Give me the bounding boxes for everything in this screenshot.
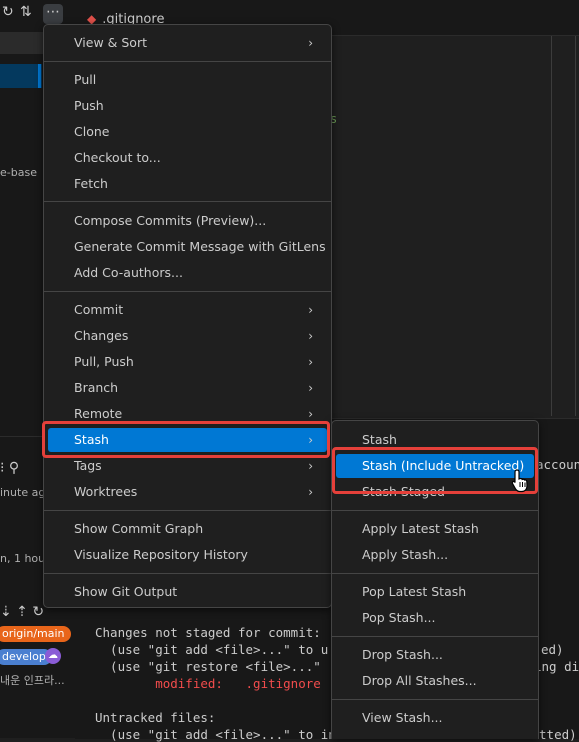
menu-item-pull[interactable]: Pull bbox=[48, 68, 327, 92]
menu-item-label: Changes bbox=[74, 328, 129, 343]
menu-separator bbox=[44, 201, 331, 202]
terminal-line: (use "git add <file>..." to u bbox=[95, 642, 329, 657]
menu-item-checkout-to[interactable]: Checkout to... bbox=[48, 146, 327, 170]
menu-item-pop-stash[interactable]: Pop Stash... bbox=[336, 606, 534, 630]
menu-separator bbox=[332, 636, 538, 637]
menu-item-label: Compose Commits (Preview)... bbox=[74, 213, 267, 228]
more-actions-button[interactable]: ⋯ bbox=[43, 4, 63, 24]
menu-item-pull-push[interactable]: Pull, Push › bbox=[48, 350, 327, 374]
selected-row[interactable] bbox=[0, 64, 42, 88]
menu-item-label: Show Commit Graph bbox=[74, 521, 204, 536]
terminal-line-modified: modified: .gitignore bbox=[95, 676, 321, 691]
menu-separator bbox=[44, 573, 331, 574]
menu-item-generate-commit-message-with-gitlens[interactable]: Generate Commit Message with GitLens bbox=[48, 235, 327, 259]
hand-cursor-icon bbox=[511, 469, 528, 493]
terminal-line: (use "git restore <file>..." bbox=[95, 659, 321, 674]
menu-item-label: Pop Latest Stash bbox=[362, 584, 467, 599]
terminal-fragment: ing di bbox=[534, 659, 579, 674]
menu-item-label: Fetch bbox=[74, 176, 108, 191]
menu-item-compose-commits-preview[interactable]: Compose Commits (Preview)... bbox=[48, 209, 327, 233]
menu-item-label: Commit bbox=[74, 302, 124, 317]
menu-item-drop-stash[interactable]: Drop Stash... bbox=[336, 643, 534, 667]
terminal-fragment: ed) bbox=[541, 642, 564, 657]
menu-separator bbox=[44, 291, 331, 292]
chevron-right-icon: › bbox=[308, 36, 313, 50]
branch-badge-origin-main: origin/main bbox=[0, 626, 71, 642]
menu-item-label: View & Sort bbox=[74, 35, 147, 50]
menu-item-push[interactable]: Push bbox=[48, 94, 327, 118]
minimap-divider bbox=[551, 36, 552, 416]
menu-item-show-git-output[interactable]: Show Git Output bbox=[48, 580, 327, 604]
chevron-right-icon: › bbox=[308, 381, 313, 395]
menu-item-label: Worktrees bbox=[74, 484, 138, 499]
highlight-stash-include-untracked bbox=[332, 447, 538, 494]
terminal-fragment: accoun bbox=[536, 457, 579, 472]
branch-sort-icon[interactable]: ⇅ bbox=[20, 4, 32, 20]
menu-item-worktrees[interactable]: Worktrees › bbox=[48, 480, 327, 504]
chevron-right-icon: › bbox=[308, 355, 313, 369]
chevron-right-icon: › bbox=[308, 485, 313, 499]
menu-item-branch[interactable]: Branch › bbox=[48, 376, 327, 400]
menu-item-label: Push bbox=[74, 98, 104, 113]
menu-item-visualize-repository-history[interactable]: Visualize Repository History bbox=[48, 543, 327, 567]
menu-item-label: Drop All Stashes... bbox=[362, 673, 477, 688]
menu-item-fetch[interactable]: Fetch bbox=[48, 172, 327, 196]
menu-separator bbox=[332, 510, 538, 511]
menu-item-label: Add Co-authors... bbox=[74, 265, 183, 280]
menu-item-label: Visualize Repository History bbox=[74, 547, 248, 562]
menu-item-show-commit-graph[interactable]: Show Commit Graph bbox=[48, 517, 327, 541]
menu-item-label: Pull, Push bbox=[74, 354, 134, 369]
terminal-line: Untracked files: bbox=[95, 710, 216, 725]
menu-separator bbox=[332, 573, 538, 574]
menu-item-label: Pull bbox=[74, 72, 97, 87]
menu-item-label: Checkout to... bbox=[74, 150, 161, 165]
menu-separator bbox=[332, 699, 538, 700]
chevron-right-icon: › bbox=[308, 329, 313, 343]
menu-item-label: Generate Commit Message with GitLens bbox=[74, 239, 326, 254]
graph-action-icons[interactable]: ⇣ ⇡ ↻ bbox=[0, 604, 44, 620]
menu-separator bbox=[44, 510, 331, 511]
commit-message-text: 내운 인프라... bbox=[0, 674, 65, 687]
menu-item-label: Branch bbox=[74, 380, 119, 395]
menu-item-changes[interactable]: Changes › bbox=[48, 324, 327, 348]
avatar-icon: ☁ bbox=[45, 648, 61, 664]
menu-item-label: Drop Stash... bbox=[362, 647, 443, 662]
menu-item-apply-latest-stash[interactable]: Apply Latest Stash bbox=[336, 517, 534, 541]
graph-toolbar-icons[interactable]: ⁝ ⚲ bbox=[0, 460, 19, 476]
menu-item-label: Tags bbox=[74, 458, 102, 473]
scrollbar-divider bbox=[575, 36, 576, 416]
menu-item-label: View Stash... bbox=[362, 710, 443, 725]
menu-item-clone[interactable]: Clone bbox=[48, 120, 327, 144]
truncated-text: e-base bbox=[0, 166, 37, 179]
menu-item-label: Pop Stash... bbox=[362, 610, 436, 625]
focus-indicator bbox=[38, 64, 41, 88]
more-actions-menu: View & Sort › Pull Push Clone Checkout to... F… bbox=[43, 24, 332, 608]
menu-item-add-co-authors[interactable]: Add Co-authors... bbox=[48, 261, 327, 285]
menu-item-label: Apply Latest Stash bbox=[362, 521, 479, 536]
menu-item-commit[interactable]: Commit › bbox=[48, 298, 327, 322]
menu-item-label: Clone bbox=[74, 124, 110, 139]
menu-item-view-sort[interactable]: View & Sort › bbox=[48, 31, 327, 55]
menu-item-label: Apply Stash... bbox=[362, 547, 449, 562]
menu-item-view-stash[interactable]: View Stash... bbox=[336, 706, 534, 730]
menu-item-drop-all-stashes[interactable]: Drop All Stashes... bbox=[336, 669, 534, 693]
menu-item-apply-stash[interactable]: Apply Stash... bbox=[336, 543, 534, 567]
menu-item-label: Show Git Output bbox=[74, 584, 178, 599]
highlight-stash-menu-item bbox=[42, 421, 330, 458]
menu-separator bbox=[44, 61, 331, 62]
sidebar-toolbar: ↻ ⇅ bbox=[0, 4, 75, 26]
branch-badge-develop: develop bbox=[0, 649, 52, 665]
terminal-line: Changes not staged for commit: bbox=[95, 625, 321, 640]
chevron-right-icon: › bbox=[308, 303, 313, 317]
menu-item-label: Remote bbox=[74, 406, 123, 421]
refresh-icon[interactable]: ↻ bbox=[2, 4, 14, 20]
menu-item-label: Stash bbox=[362, 432, 397, 447]
menu-item-pop-latest-stash[interactable]: Pop Latest Stash bbox=[336, 580, 534, 604]
